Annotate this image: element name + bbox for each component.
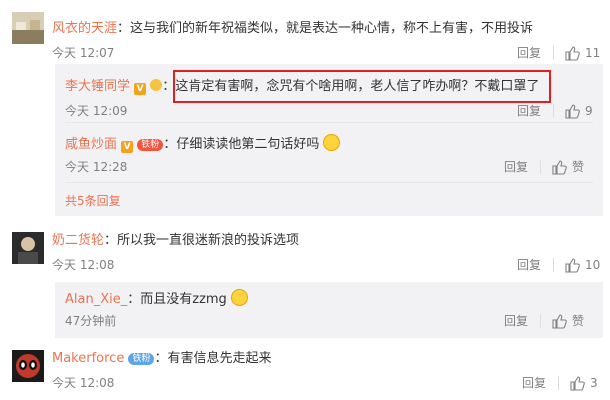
reply-button[interactable]: 回复	[517, 102, 541, 119]
timestamp: 今天 12:28	[65, 160, 128, 174]
laughing-emoji-icon	[230, 289, 248, 306]
avatar-image	[12, 12, 44, 44]
like-count: 10	[585, 257, 601, 272]
timestamp: 今天 12:07	[52, 46, 115, 60]
thumbs-up-icon	[570, 375, 585, 391]
like-button[interactable]: 赞	[551, 312, 584, 329]
comment-body: Makerforce 铁粉 ：有害信息先走起来	[52, 350, 272, 368]
like-button[interactable]: 赞	[551, 158, 584, 175]
username[interactable]: 奶二货轮	[52, 233, 104, 248]
divider	[540, 159, 542, 174]
more-replies-link[interactable]: 共5条回复	[65, 192, 121, 209]
thumbs-up-icon	[565, 103, 580, 119]
username[interactable]: Alan_Xie_	[65, 292, 127, 307]
timestamp: 今天 12:09	[65, 104, 128, 118]
comment-text: 所以我一直很迷新浪的投诉选项	[117, 233, 300, 248]
like-button[interactable]: 3	[569, 375, 598, 391]
avatar-image	[12, 232, 44, 264]
username[interactable]: 李大锤同学	[65, 79, 130, 94]
colon: ：	[104, 233, 118, 248]
like-label: 赞	[572, 160, 585, 174]
thumbs-up-icon	[552, 313, 567, 329]
fan-badge: 铁粉	[128, 353, 155, 365]
divider	[558, 375, 560, 390]
like-button[interactable]: 11	[564, 45, 600, 61]
comment-item: 奶二货轮：所以我一直很迷新浪的投诉选项 今天 12:08 回复 10	[0, 224, 610, 282]
like-button[interactable]: 9	[564, 103, 593, 119]
timestamp: 47分钟前	[65, 314, 117, 328]
like-button[interactable]: 10	[564, 257, 600, 273]
comment-item: 风衣的天涯：这与我们的新年祝福类似，就是表达一种心情，称不上有害，不用投诉 今天…	[0, 0, 610, 64]
colon: ：	[163, 137, 177, 152]
reply-box: 李大锤同学 V ：这肯定有害啊，念咒有个啥用啊，老人信了咋办啊？不戴口罩了 今天…	[55, 64, 603, 216]
reply-text: 而且没有zzmg	[140, 292, 227, 307]
like-count: 3	[590, 375, 598, 390]
like-count: 9	[585, 103, 593, 118]
comment-actions: 回复 3	[522, 374, 598, 391]
reply-button[interactable]: 回复	[517, 256, 541, 273]
comment-body: 奶二货轮：所以我一直很迷新浪的投诉选项	[52, 232, 299, 250]
reply-actions: 回复 赞	[504, 158, 584, 175]
comment-text: 有害信息先走起来	[167, 351, 272, 366]
reply-box: Alan_Xie_：而且没有zzmg 47分钟前 回复 赞	[55, 282, 603, 338]
reply-actions: 回复 9	[517, 102, 593, 119]
comment-actions: 回复 11	[517, 44, 600, 61]
comment-body: 风衣的天涯：这与我们的新年祝福类似，就是表达一种心情，称不上有害，不用投诉	[52, 20, 533, 38]
smile-emoji-icon	[323, 134, 341, 151]
thumbs-up-icon	[552, 159, 567, 175]
like-count: 11	[585, 45, 601, 60]
verified-icon: V	[121, 141, 134, 153]
thumbs-up-icon	[565, 45, 580, 61]
reply-body: 咸鱼炒面 V 铁粉 ：仔细读读他第二句话好吗	[65, 134, 341, 154]
divider	[65, 182, 593, 183]
divider	[553, 257, 555, 272]
colon: ：	[117, 21, 131, 36]
reply-button[interactable]: 回复	[504, 158, 528, 175]
timestamp: 今天 12:08	[52, 258, 115, 272]
comment-actions: 回复 10	[517, 256, 600, 273]
reply-button[interactable]: 回复	[517, 44, 541, 61]
divider	[553, 103, 555, 118]
timestamp: 今天 12:08	[52, 376, 115, 390]
fan-badge: 铁粉	[137, 139, 164, 151]
comment-text: 这与我们的新年祝福类似，就是表达一种心情，称不上有害，不用投诉	[130, 21, 534, 36]
colon: ：	[127, 292, 141, 307]
reply-button[interactable]: 回复	[504, 312, 528, 329]
thumbs-up-icon	[565, 257, 580, 273]
member-icon	[150, 79, 163, 91]
verified-icon: V	[134, 83, 147, 95]
reply-item: 咸鱼炒面 V 铁粉 ：仔细读读他第二句话好吗 今天 12:28 回复 赞	[55, 122, 603, 182]
divider	[553, 45, 555, 60]
colon: ：	[154, 351, 168, 366]
reply-text: 仔细读读他第二句话好吗	[176, 137, 320, 152]
username[interactable]: Makerforce	[52, 351, 124, 366]
reply-body: Alan_Xie_：而且没有zzmg	[65, 289, 248, 309]
divider	[540, 313, 542, 328]
username[interactable]: 风衣的天涯	[52, 21, 117, 36]
avatar[interactable]	[12, 232, 44, 264]
avatar[interactable]	[12, 350, 44, 382]
username[interactable]: 咸鱼炒面	[65, 137, 117, 152]
highlight-box	[173, 70, 551, 103]
reply-item: Alan_Xie_：而且没有zzmg 47分钟前 回复 赞	[55, 282, 603, 338]
reply-button[interactable]: 回复	[522, 374, 546, 391]
avatar-image	[12, 350, 44, 382]
avatar[interactable]	[12, 12, 44, 44]
like-label: 赞	[572, 314, 585, 328]
comment-item: Makerforce 铁粉 ：有害信息先走起来 今天 12:08 回复 3	[0, 344, 610, 400]
reply-actions: 回复 赞	[504, 312, 584, 329]
